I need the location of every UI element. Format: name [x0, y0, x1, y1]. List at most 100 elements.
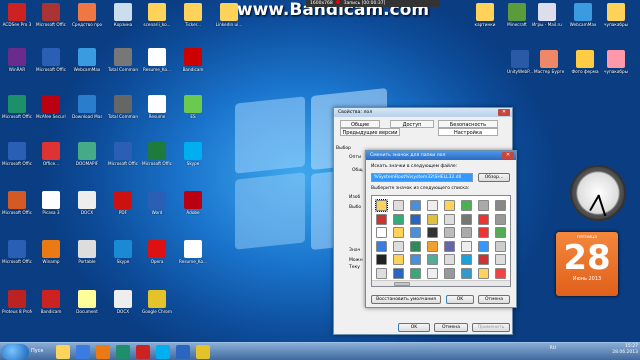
properties-titlebar[interactable]: Свойства: лол: [334, 108, 512, 117]
icon-option[interactable]: [478, 213, 489, 225]
change-icon-titlebar[interactable]: Сменить значок для папки лол: [366, 151, 516, 160]
icon-option[interactable]: [461, 227, 472, 238]
icon-option[interactable]: [427, 213, 438, 225]
icon-option[interactable]: [461, 200, 472, 211]
desktop-shortcut[interactable]: DOCX: [108, 290, 138, 320]
icon-option[interactable]: [410, 227, 421, 238]
icon-option[interactable]: [461, 213, 472, 225]
desktop-shortcut[interactable]: Microsoft Office...: [108, 142, 138, 172]
desktop-shortcut[interactable]: Microsoft Office...: [2, 240, 32, 270]
icon-option[interactable]: [393, 254, 404, 265]
icon-option[interactable]: [376, 213, 387, 225]
taskbar-app-icon[interactable]: [136, 345, 150, 359]
icon-option[interactable]: [375, 199, 388, 212]
desktop-shortcut[interactable]: Total Commander: [108, 95, 138, 125]
desktop-shortcut[interactable]: Google Chrome: [142, 290, 172, 320]
desktop-shortcut[interactable]: DOCX: [72, 191, 102, 221]
icon-option[interactable]: [444, 254, 455, 265]
desktop-shortcut[interactable]: Download Master: [72, 95, 102, 125]
properties-ok-button[interactable]: OK: [398, 323, 430, 332]
desktop-shortcut[interactable]: Microsoft Office Wo...: [36, 48, 66, 78]
icon-option[interactable]: [495, 200, 506, 211]
tab-customize[interactable]: Настройка: [438, 128, 498, 136]
icon-option[interactable]: [461, 240, 472, 252]
desktop-shortcut[interactable]: Skype: [108, 240, 138, 270]
properties-close-button[interactable]: ✕: [498, 109, 510, 116]
desktop-shortcut[interactable]: Picasa 3: [36, 191, 66, 221]
icon-option[interactable]: [393, 227, 404, 238]
icon-option[interactable]: [376, 254, 387, 265]
tab-previous-versions[interactable]: Предыдущие версии: [340, 128, 400, 136]
desktop-shortcut[interactable]: Bandicam: [178, 48, 208, 78]
scrollbar-thumb[interactable]: [394, 282, 410, 286]
icon-option[interactable]: [478, 254, 489, 265]
desktop-shortcut[interactable]: Microsoft Office...: [2, 142, 32, 172]
tab-general[interactable]: Общие: [340, 120, 380, 128]
icon-option[interactable]: [461, 254, 472, 265]
desktop-shortcut[interactable]: Средство просмот...: [72, 3, 102, 33]
taskbar-app-icon[interactable]: [76, 345, 90, 359]
desktop-shortcut[interactable]: Игры - Mail.ru: [532, 3, 562, 33]
icon-option[interactable]: [410, 267, 421, 279]
desktop-shortcut[interactable]: Resume_Ko...: [142, 48, 172, 78]
icon-option[interactable]: [444, 213, 455, 225]
icon-option[interactable]: [376, 267, 387, 279]
icon-option[interactable]: [444, 240, 455, 252]
icon-cancel-button[interactable]: Отмена: [478, 295, 510, 304]
taskbar-app-icon[interactable]: [176, 345, 190, 359]
desktop-shortcut[interactable]: PDF: [108, 191, 138, 221]
desktop-shortcut[interactable]: Microsoft Office Acc...: [36, 3, 66, 33]
desktop-shortcut[interactable]: ACDSee Pro 3: [2, 3, 32, 33]
icon-option[interactable]: [427, 254, 438, 265]
icon-option[interactable]: [495, 213, 506, 225]
icon-option[interactable]: [410, 254, 421, 265]
desktop-shortcut[interactable]: Word: [142, 191, 172, 221]
desktop-shortcut[interactable]: Мастер Бургер: [534, 50, 564, 80]
icon-ok-button[interactable]: OK: [446, 295, 474, 304]
desktop-shortcut[interactable]: UnityWebP...: [505, 50, 535, 80]
desktop-shortcut[interactable]: Opera: [142, 240, 172, 270]
icon-option[interactable]: [495, 240, 506, 252]
desktop-shortcut[interactable]: Adobe: [178, 191, 208, 221]
desktop-shortcut[interactable]: WinRAR: [2, 48, 32, 78]
desktop-shortcut[interactable]: Microsoft Office Power...: [2, 191, 32, 221]
icon-option[interactable]: [478, 227, 489, 238]
desktop-shortcut[interactable]: Bandicam: [36, 290, 66, 320]
desktop-shortcut[interactable]: Proteus 8 Professional: [2, 290, 32, 320]
icon-option[interactable]: [478, 267, 489, 279]
icon-option[interactable]: [478, 200, 489, 211]
tab-sharing[interactable]: Доступ: [390, 120, 434, 128]
desktop-shortcut[interactable]: WebcamMax: [568, 3, 598, 33]
taskbar-app-icon[interactable]: [196, 345, 210, 359]
desktop-shortcut[interactable]: WebcamMax: [72, 48, 102, 78]
browse-button[interactable]: Обзор...: [478, 173, 510, 182]
restore-defaults-button[interactable]: Восстановить умолчания: [371, 295, 441, 304]
clock-gadget[interactable]: [570, 165, 626, 221]
desktop-shortcut[interactable]: Microsoft Office Pu...: [2, 95, 32, 125]
desktop-shortcut[interactable]: ES: [178, 95, 208, 125]
icon-option[interactable]: [495, 227, 506, 238]
tab-security[interactable]: Безопасность: [438, 120, 498, 128]
icon-option[interactable]: [495, 254, 506, 265]
desktop-shortcut[interactable]: McAfee Security Sc...: [36, 95, 66, 125]
desktop-shortcut[interactable]: картинки: [470, 3, 500, 33]
desktop-shortcut[interactable]: чупакабры: [601, 3, 631, 33]
icon-option[interactable]: [444, 267, 455, 279]
icon-option[interactable]: [393, 240, 404, 252]
icon-option[interactable]: [461, 267, 472, 279]
icon-option[interactable]: [376, 240, 387, 252]
icon-option[interactable]: [410, 213, 421, 225]
icon-option[interactable]: [427, 240, 438, 252]
desktop-shortcut[interactable]: DOOMAPIF: [72, 142, 102, 172]
icon-option[interactable]: [444, 200, 455, 211]
icon-option[interactable]: [444, 227, 455, 238]
icon-file-path-input[interactable]: %SystemRoot%\system32\SHELL32.dll: [371, 173, 473, 182]
icon-option[interactable]: [393, 267, 404, 279]
icon-option[interactable]: [410, 240, 421, 252]
desktop-shortcut[interactable]: Resume_Ko...: [178, 240, 208, 270]
desktop-shortcut[interactable]: Document: [72, 290, 102, 320]
taskbar-app-icon[interactable]: [156, 345, 170, 359]
desktop-shortcut[interactable]: Total Commander: [108, 48, 138, 78]
desktop-shortcut[interactable]: Linkedin ui...: [214, 3, 244, 33]
icon-option[interactable]: [427, 200, 438, 211]
